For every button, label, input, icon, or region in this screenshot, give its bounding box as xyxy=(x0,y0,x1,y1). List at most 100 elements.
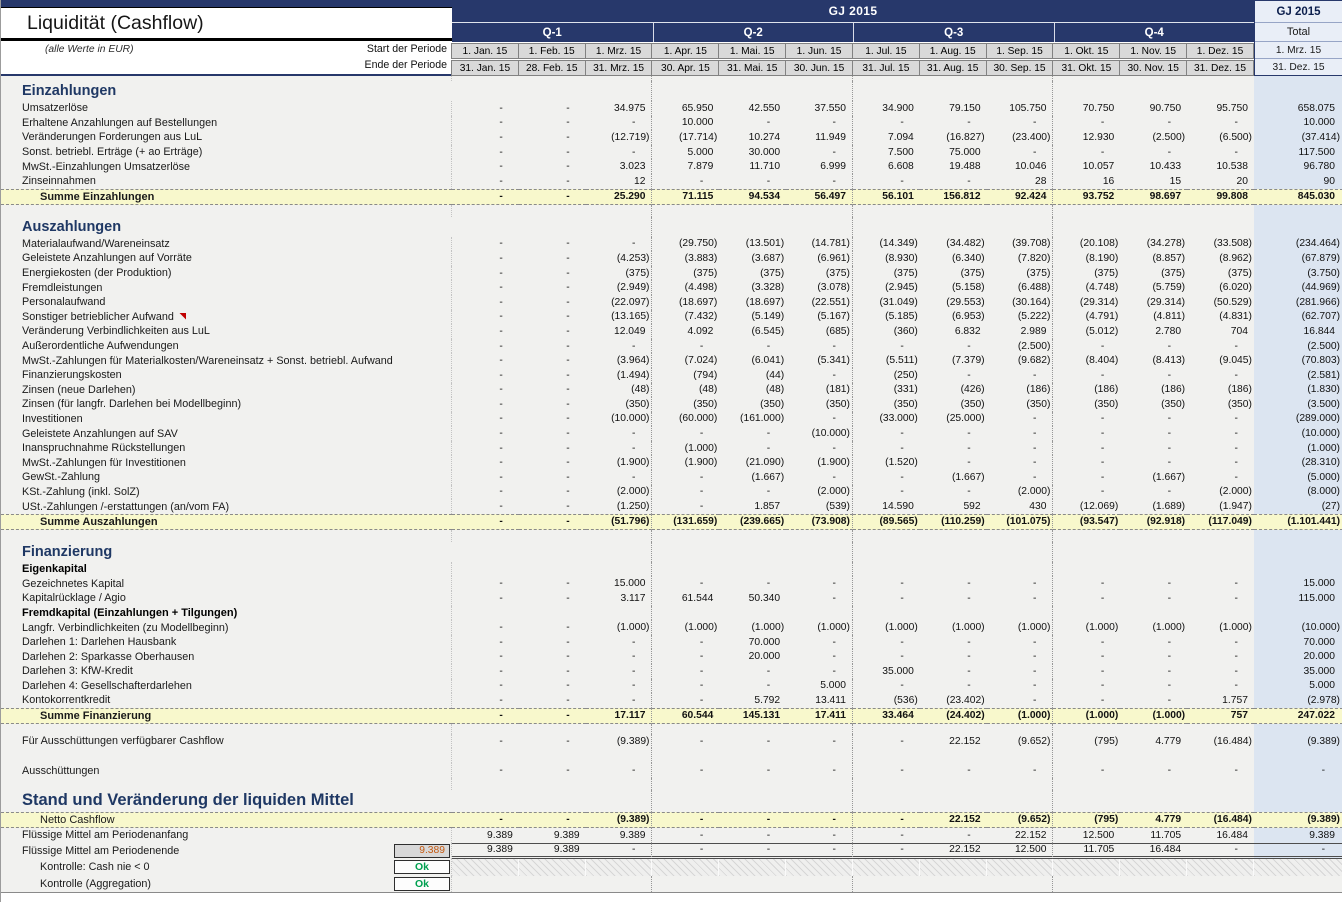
value-cell[interactable]: (10.000) xyxy=(586,411,653,427)
value-cell[interactable]: (13.501) xyxy=(719,237,786,252)
value-cell[interactable]: (23.402) xyxy=(920,693,987,708)
value-cell[interactable]: - xyxy=(719,441,786,456)
value-cell[interactable]: (14.349) xyxy=(853,237,920,252)
total-cell[interactable]: (2.978) xyxy=(1253,693,1342,708)
value-cell[interactable]: 704 xyxy=(1187,324,1254,339)
value-cell[interactable]: - xyxy=(452,368,519,383)
value-cell[interactable]: - xyxy=(852,811,920,828)
value-cell[interactable]: (6.500) xyxy=(1187,130,1254,145)
total-cell[interactable]: (1.000) xyxy=(1253,440,1342,456)
total-cell[interactable]: 96.780 xyxy=(1253,159,1342,174)
value-cell[interactable]: (375) xyxy=(920,266,987,281)
value-cell[interactable]: - xyxy=(1053,470,1120,485)
value-cell[interactable]: (8.962) xyxy=(1187,251,1254,266)
value-cell[interactable]: 6.608 xyxy=(853,159,920,174)
row-label[interactable]: Geleistete Anzahlungen auf SAV xyxy=(1,426,452,441)
period-start-cell[interactable]: 1. Feb. 15 xyxy=(517,43,586,59)
period-start-cell[interactable]: 1. Apr. 15 xyxy=(651,43,720,59)
total-cell[interactable]: (9.389) xyxy=(1253,811,1342,828)
value-cell[interactable]: - xyxy=(519,763,586,778)
value-cell[interactable]: 20 xyxy=(1187,174,1254,189)
value-cell[interactable]: - xyxy=(452,679,519,694)
value-cell[interactable]: 2.989 xyxy=(987,324,1054,339)
value-cell[interactable]: (1.000) xyxy=(586,620,653,635)
row-label[interactable]: Langfr. Verbindlichkeiten (zu Modellbegi… xyxy=(1,620,452,635)
value-cell[interactable]: - xyxy=(920,368,987,383)
value-cell[interactable]: (22.551) xyxy=(786,294,853,310)
value-cell[interactable]: (101.075) xyxy=(986,513,1054,530)
value-cell[interactable]: - xyxy=(452,649,519,664)
value-cell[interactable]: (795) xyxy=(1053,811,1121,828)
value-cell[interactable]: (17.714) xyxy=(652,130,719,145)
value-cell[interactable]: 95.750 xyxy=(1187,101,1254,116)
value-cell[interactable]: - xyxy=(452,470,519,485)
value-cell[interactable]: (1.000) xyxy=(1053,620,1120,635)
value-cell[interactable]: (5.185) xyxy=(853,310,920,325)
value-cell[interactable]: (186) xyxy=(1053,383,1120,398)
value-cell[interactable]: - xyxy=(853,828,920,843)
value-cell[interactable]: - xyxy=(519,116,586,131)
value-cell[interactable]: - xyxy=(1053,441,1120,456)
value-cell[interactable]: (1.000) xyxy=(920,620,987,635)
value-cell[interactable]: - xyxy=(786,733,853,749)
value-cell[interactable]: (16.827) xyxy=(920,130,987,145)
total-cell[interactable]: (234.464) xyxy=(1253,236,1342,252)
control-ok-cell[interactable]: Ok xyxy=(394,876,450,891)
value-cell[interactable]: (186) xyxy=(1120,383,1187,398)
value-cell[interactable]: - xyxy=(786,634,853,650)
value-cell[interactable]: - xyxy=(1053,576,1120,591)
value-cell[interactable]: - xyxy=(786,367,853,383)
value-cell[interactable]: - xyxy=(1187,412,1254,427)
value-cell[interactable]: 22.152 xyxy=(920,734,987,749)
value-cell[interactable]: - xyxy=(518,707,586,724)
value-cell[interactable]: - xyxy=(452,145,519,160)
value-cell[interactable]: - xyxy=(1120,426,1187,441)
value-cell[interactable]: - xyxy=(652,174,719,189)
value-cell[interactable]: - xyxy=(652,693,719,708)
value-cell[interactable]: - xyxy=(519,441,586,456)
value-cell[interactable]: (350) xyxy=(853,397,920,412)
total-cell[interactable]: 845.030 xyxy=(1253,188,1342,205)
period-start-cell[interactable]: 1. Mrz. 15 xyxy=(584,43,653,59)
value-cell[interactable]: - xyxy=(920,426,987,441)
value-cell[interactable]: - xyxy=(786,763,853,778)
value-cell[interactable]: - xyxy=(519,266,586,281)
value-cell[interactable]: - xyxy=(719,426,786,441)
value-cell[interactable]: (24.402) xyxy=(919,707,987,724)
value-cell[interactable]: - xyxy=(586,440,653,456)
row-label[interactable]: Sonst. betriebl. Erträge (+ ao Erträge) xyxy=(1,144,452,160)
period-end-cell[interactable]: 31. Jul. 15 xyxy=(851,60,920,76)
value-cell[interactable]: (375) xyxy=(1053,266,1120,281)
row-label[interactable]: GewSt.-Zahlung xyxy=(1,470,452,485)
value-cell[interactable]: (4.811) xyxy=(1120,310,1187,325)
value-cell[interactable]: - xyxy=(719,763,786,778)
value-cell[interactable]: - xyxy=(452,159,519,174)
total-cell[interactable]: (8.000) xyxy=(1253,484,1342,500)
value-cell[interactable]: (350) xyxy=(586,397,653,412)
value-cell[interactable]: - xyxy=(719,576,786,591)
period-start-cell[interactable]: 1. Dez. 15 xyxy=(1186,43,1254,59)
value-cell[interactable]: (186) xyxy=(1187,383,1254,398)
value-cell[interactable]: - xyxy=(586,144,653,160)
row-label[interactable]: Außerordentliche Aufwendungen xyxy=(1,338,452,354)
value-cell[interactable]: - xyxy=(987,426,1054,441)
value-cell[interactable]: 10.046 xyxy=(987,159,1054,174)
value-cell[interactable]: (2.000) xyxy=(586,484,653,500)
value-cell[interactable]: 60.544 xyxy=(652,707,720,724)
value-cell[interactable]: - xyxy=(853,734,920,749)
value-cell[interactable]: - xyxy=(1120,635,1187,650)
value-cell[interactable]: - xyxy=(1120,116,1187,131)
value-cell[interactable]: - xyxy=(1053,455,1120,470)
value-cell[interactable]: (4.831) xyxy=(1187,310,1254,325)
value-cell[interactable]: - xyxy=(920,828,987,843)
value-cell[interactable]: (2.000) xyxy=(987,484,1054,500)
period-start-cell[interactable]: 1. Jan. 15 xyxy=(451,43,519,59)
value-cell[interactable]: - xyxy=(1120,455,1187,470)
value-cell[interactable]: (33.000) xyxy=(853,412,920,427)
total-column-header[interactable]: GJ 2015 Total 1. Mrz. 15 31. Dez. 15 xyxy=(1254,0,1342,76)
value-cell[interactable]: (6.488) xyxy=(987,280,1054,295)
value-cell[interactable]: (8.930) xyxy=(853,251,920,266)
value-cell[interactable]: (2.500) xyxy=(987,338,1054,354)
value-cell[interactable]: (1.494) xyxy=(586,367,653,383)
value-cell[interactable]: 11.710 xyxy=(719,159,786,174)
